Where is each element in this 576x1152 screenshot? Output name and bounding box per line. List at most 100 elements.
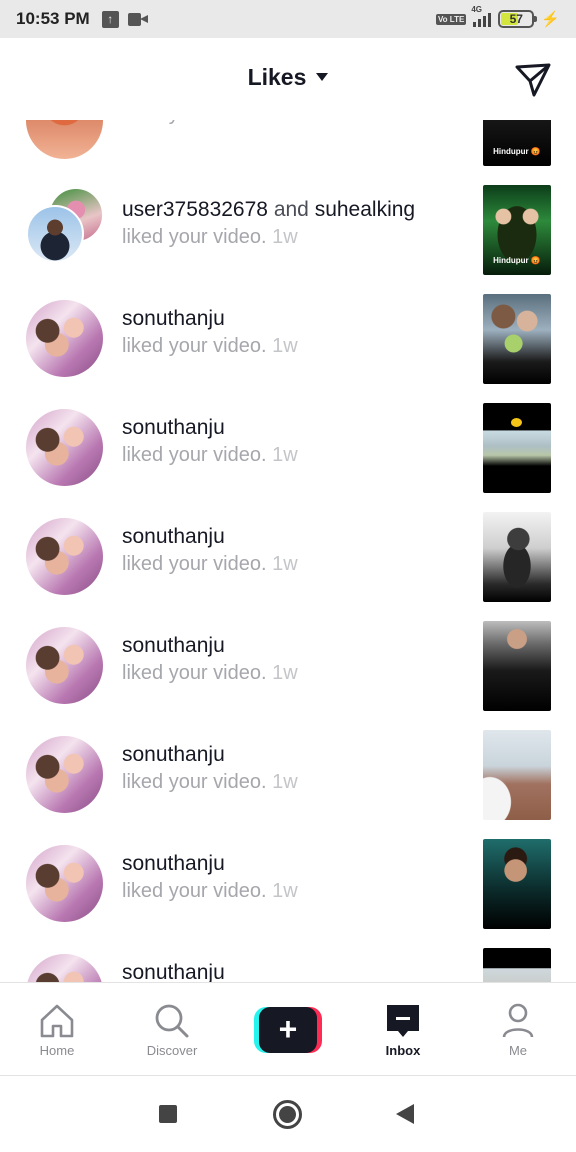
notification-users[interactable]: sonuthanju bbox=[122, 851, 462, 877]
timestamp: 1w bbox=[272, 880, 298, 902]
username[interactable]: user375832678 bbox=[122, 198, 268, 221]
username[interactable]: sonuthanju bbox=[122, 852, 225, 875]
username[interactable]: sonuthanju bbox=[122, 961, 225, 982]
upload-icon: ↑ bbox=[101, 10, 119, 28]
likes-dropdown[interactable]: Likes bbox=[0, 64, 576, 91]
notification-users[interactable]: sonuthanju bbox=[122, 306, 462, 332]
notification-row[interactable]: sonuthanjuliked your video. 1w bbox=[0, 720, 576, 829]
notification-action: liked your video. 1w bbox=[122, 550, 462, 578]
video-camera-icon bbox=[127, 12, 148, 26]
status-time: 10:53 PM bbox=[16, 9, 90, 28]
username[interactable]: suhealking bbox=[315, 198, 415, 221]
conjunction: and bbox=[273, 198, 309, 221]
page-title: Likes bbox=[247, 64, 307, 90]
video-thumbnail[interactable] bbox=[483, 294, 551, 384]
avatar[interactable] bbox=[26, 736, 103, 813]
notification-row[interactable]: sonuthanjuliked your video. 1w bbox=[0, 393, 576, 502]
action-text: liked your video. bbox=[122, 335, 267, 357]
username[interactable]: sonuthanju bbox=[122, 307, 225, 330]
plus-icon: + bbox=[259, 1007, 317, 1053]
tab-home[interactable]: Home bbox=[12, 983, 102, 1077]
tab-inbox-label: Inbox bbox=[385, 1043, 421, 1058]
inbox-icon bbox=[387, 1005, 419, 1037]
direct-message-icon[interactable] bbox=[514, 62, 552, 98]
back-icon[interactable] bbox=[396, 1104, 414, 1124]
signal-icon: 4G bbox=[471, 5, 492, 27]
notification-action: liked your video. 1w bbox=[122, 120, 462, 128]
notification-action: liked your video. 1w bbox=[122, 877, 462, 905]
notification-users[interactable]: sonuthanju bbox=[122, 415, 462, 441]
avatar[interactable] bbox=[26, 518, 103, 595]
username[interactable]: sonuthanju bbox=[122, 743, 225, 766]
video-thumbnail[interactable] bbox=[483, 839, 551, 929]
notification-text: sonuthanjuliked your video. 1w bbox=[122, 524, 462, 578]
tab-inbox[interactable]: Inbox bbox=[358, 983, 448, 1077]
profile-icon bbox=[502, 1003, 534, 1038]
video-thumbnail[interactable]: Hindupur 😡 bbox=[483, 185, 551, 275]
battery-percent: 57 bbox=[509, 12, 523, 26]
recents-icon[interactable] bbox=[159, 1105, 177, 1123]
video-thumbnail[interactable] bbox=[483, 621, 551, 711]
video-thumbnail[interactable] bbox=[483, 403, 551, 493]
video-thumbnail[interactable]: Hindupur 😡 bbox=[483, 120, 551, 166]
notification-text: sonuthanjuliked your video. 1w bbox=[122, 742, 462, 796]
video-thumbnail[interactable] bbox=[483, 948, 551, 982]
notification-users[interactable]: sonuthanju bbox=[122, 960, 462, 982]
notification-row[interactable]: user375832678 and suhealking liked your v… bbox=[0, 175, 576, 284]
username[interactable]: sonuthanju bbox=[122, 525, 225, 548]
notification-row[interactable]: liked your video. 1w Hindupur 😡 bbox=[0, 120, 576, 175]
username[interactable]: sonuthanju bbox=[122, 416, 225, 439]
battery-icon: 57 bbox=[498, 10, 538, 28]
action-text: liked your video. bbox=[122, 553, 267, 575]
home-circle-icon[interactable] bbox=[273, 1100, 302, 1129]
notification-text: sonuthanjuliked your video. 1w bbox=[122, 960, 462, 982]
notification-users[interactable]: sonuthanju bbox=[122, 524, 462, 550]
header: Likes bbox=[0, 38, 576, 120]
likes-list[interactable]: liked your video. 1w Hindupur 😡 user375832… bbox=[0, 120, 576, 982]
tab-discover[interactable]: Discover bbox=[127, 983, 217, 1077]
action-text: liked your video. bbox=[122, 662, 267, 684]
video-thumbnail[interactable] bbox=[483, 512, 551, 602]
tab-home-label: Home bbox=[39, 1043, 75, 1058]
thumbnail-caption: Hindupur 😡 bbox=[493, 147, 541, 156]
notification-row[interactable]: sonuthanju liked your video. 1w bbox=[0, 284, 576, 393]
avatar[interactable] bbox=[26, 409, 103, 486]
video-thumbnail[interactable] bbox=[483, 730, 551, 820]
avatar[interactable] bbox=[26, 120, 103, 159]
notification-text: liked your video. 1w bbox=[122, 120, 462, 128]
avatar[interactable] bbox=[26, 845, 103, 922]
notification-users[interactable]: sonuthanju bbox=[122, 742, 462, 768]
avatar[interactable] bbox=[26, 954, 103, 982]
status-left-icons: ↑ bbox=[101, 10, 148, 28]
timestamp: 1w bbox=[272, 226, 298, 248]
notification-row[interactable]: sonuthanjuliked your video. 1w bbox=[0, 938, 576, 982]
create-button[interactable]: + bbox=[254, 1007, 322, 1053]
timestamp: 1w bbox=[272, 120, 298, 125]
notification-row[interactable]: sonuthanjuliked your video. 1w bbox=[0, 611, 576, 720]
notification-text: sonuthanjuliked your video. 1w bbox=[122, 851, 462, 905]
avatar[interactable] bbox=[26, 300, 103, 377]
timestamp: 1w bbox=[272, 662, 298, 684]
notification-row[interactable]: sonuthanjuliked your video. 1w bbox=[0, 502, 576, 611]
tab-discover-label: Discover bbox=[146, 1043, 198, 1058]
notification-text: sonuthanju liked your video. 1w bbox=[122, 306, 462, 360]
action-text: liked your video. bbox=[122, 444, 267, 466]
system-nav-bar bbox=[0, 1076, 576, 1152]
avatar[interactable] bbox=[26, 187, 104, 268]
avatar[interactable] bbox=[26, 627, 103, 704]
status-bar: 10:53 PM ↑ Vo LTE 4G 57 ⚡ bbox=[0, 0, 576, 38]
timestamp: 1w bbox=[272, 335, 298, 357]
notification-users[interactable]: user375832678 and suhealking bbox=[122, 197, 462, 223]
notification-action: liked your video. 1w bbox=[122, 659, 462, 687]
thumbnail-caption: Hindupur 😡 bbox=[493, 256, 541, 265]
timestamp: 1w bbox=[272, 444, 298, 466]
tab-me[interactable]: Me bbox=[473, 983, 563, 1077]
action-text: liked your video. bbox=[122, 226, 267, 248]
notification-users[interactable]: sonuthanju bbox=[122, 633, 462, 659]
notification-row[interactable]: sonuthanjuliked your video. 1w bbox=[0, 829, 576, 938]
caret-down-icon bbox=[316, 72, 329, 81]
username[interactable]: sonuthanju bbox=[122, 634, 225, 657]
status-right-icons: Vo LTE 4G 57 ⚡ bbox=[435, 5, 560, 28]
action-text: liked your video. bbox=[122, 880, 267, 902]
notification-action: liked your video. 1w bbox=[122, 441, 462, 469]
